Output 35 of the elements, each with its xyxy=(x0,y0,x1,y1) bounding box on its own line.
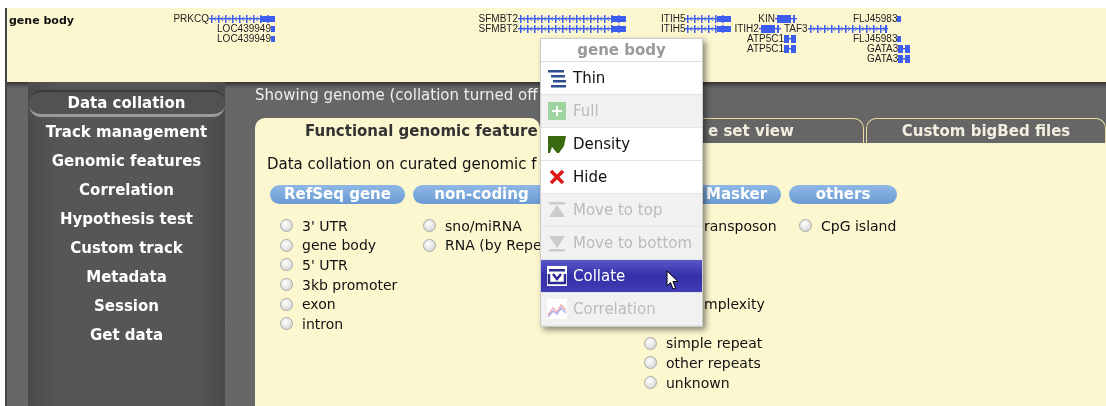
option-label: 3' UTR xyxy=(302,217,348,234)
option-label: 5' UTR xyxy=(302,257,348,273)
gene-label: FLJ45983 xyxy=(853,34,898,44)
option-label: other repeats xyxy=(666,354,761,371)
gene-label: ITIH5 xyxy=(661,14,686,24)
option-label: simple repeat xyxy=(666,335,763,352)
gene-label: GATA3 xyxy=(867,54,899,64)
description-text: Data collation on curated genomic f xyxy=(267,155,537,175)
category-header: RefSeq gene xyxy=(270,185,405,204)
option-label: CpG island xyxy=(821,217,897,234)
gene-label: GATA3 xyxy=(867,44,899,54)
option-label: mplexity xyxy=(704,296,765,313)
category-header: others xyxy=(789,185,897,204)
option-label: ransposon xyxy=(704,217,777,234)
option-label: RNA (by Repe xyxy=(445,237,542,254)
gene-label: PRKCQ xyxy=(173,14,209,24)
gene-label: KIN xyxy=(758,14,775,24)
option-label: sno/miRNA xyxy=(445,217,522,234)
gene-label: ATP5C1 xyxy=(747,34,785,44)
option-label: intron xyxy=(302,315,344,332)
gene-label: ITIH5 xyxy=(661,24,686,34)
option-label: gene body xyxy=(302,237,377,254)
status-text: Showing genome (collation turned off xyxy=(255,86,538,106)
gene-label: ATP5C1 xyxy=(747,44,785,54)
gene-label: LOC439949 xyxy=(217,24,271,34)
option-label: 3kb promoter xyxy=(302,276,398,293)
gene-label: SFMBT2 xyxy=(478,14,518,24)
option-label: exon xyxy=(302,296,336,313)
gene-label: LOC439949 xyxy=(217,34,271,44)
gene-label: ITIH2 xyxy=(734,24,759,34)
track-label: gene body xyxy=(8,13,75,27)
option-label: unknown xyxy=(666,374,730,391)
gene-label: TAF3 xyxy=(783,24,808,34)
gene-label: SFMBT2 xyxy=(478,24,518,34)
gene-label: FLJ45983 xyxy=(853,14,898,24)
